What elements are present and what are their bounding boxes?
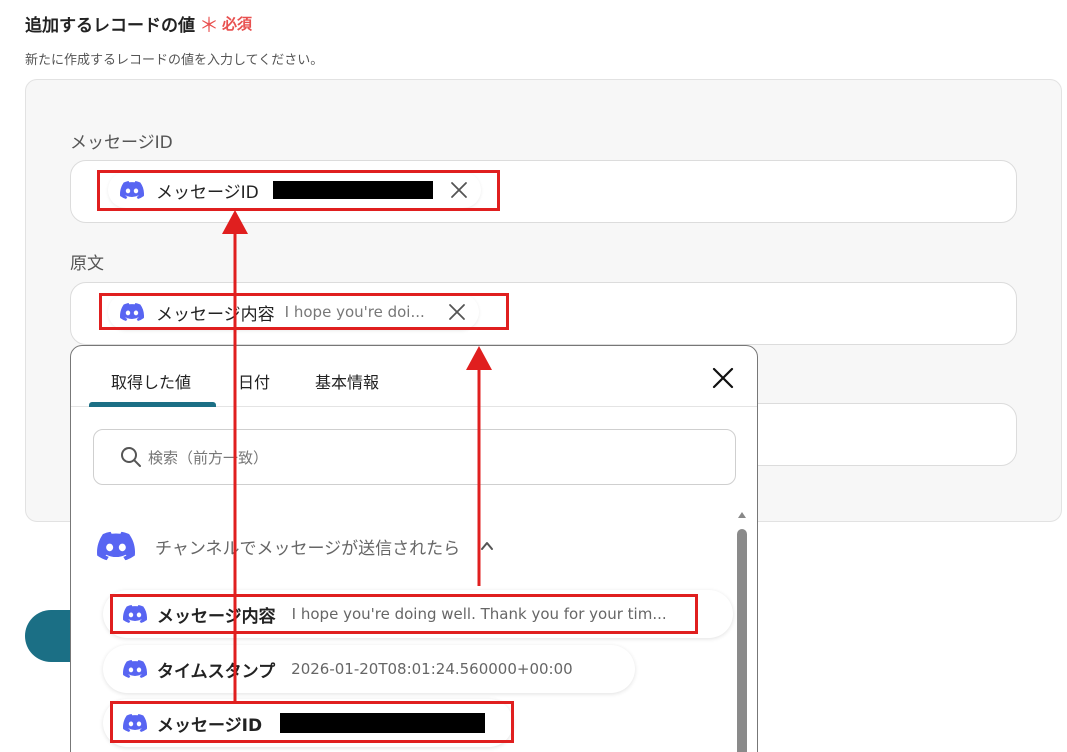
- section-title-text: 追加するレコードの値: [25, 16, 195, 36]
- tab-basic-info[interactable]: 基本情報: [315, 369, 379, 393]
- field-label-original-text: 原文: [70, 254, 104, 274]
- item-name: タイムスタンプ: [157, 661, 276, 682]
- required-label: 必須: [222, 15, 253, 33]
- trigger-group-header[interactable]: チャンネルでメッセージが送信されたら: [97, 531, 496, 561]
- required-asterisk: ＊: [199, 13, 219, 37]
- highlight-box: [110, 701, 514, 743]
- discord-icon: [123, 660, 147, 678]
- close-icon[interactable]: [711, 366, 735, 390]
- group-name: チャンネルでメッセージが送信されたら: [155, 538, 461, 559]
- search-placeholder: 検索（前方一致）: [148, 448, 269, 467]
- section-title: 追加するレコードの値 ＊ 必須: [25, 9, 252, 38]
- tab-acquired-values[interactable]: 取得した値: [111, 369, 191, 393]
- highlight-box: [110, 594, 698, 634]
- section-description: 新たに作成するレコードの値を入力してください。: [25, 53, 324, 68]
- highlight-box: [97, 170, 500, 211]
- picker-tabs: 取得した値 日付 基本情報: [71, 346, 757, 407]
- search-input[interactable]: 検索（前方一致）: [93, 429, 736, 485]
- discord-icon: [97, 531, 135, 561]
- field-label-message-id: メッセージID: [70, 133, 173, 153]
- picker-scrollbar[interactable]: [736, 512, 748, 752]
- tab-date[interactable]: 日付: [238, 369, 270, 393]
- scroll-up-arrow[interactable]: [738, 512, 746, 518]
- search-icon: [121, 447, 141, 467]
- scroll-thumb[interactable]: [737, 529, 747, 752]
- item-value: 2026-01-20T08:01:24.560000+00:00: [291, 660, 573, 678]
- highlight-box: [99, 293, 509, 330]
- picker-item-timestamp[interactable]: タイムスタンプ 2026-01-20T08:01:24.560000+00:00: [103, 645, 635, 693]
- active-tab-indicator: [89, 402, 216, 407]
- chevron-up-icon[interactable]: [478, 537, 496, 555]
